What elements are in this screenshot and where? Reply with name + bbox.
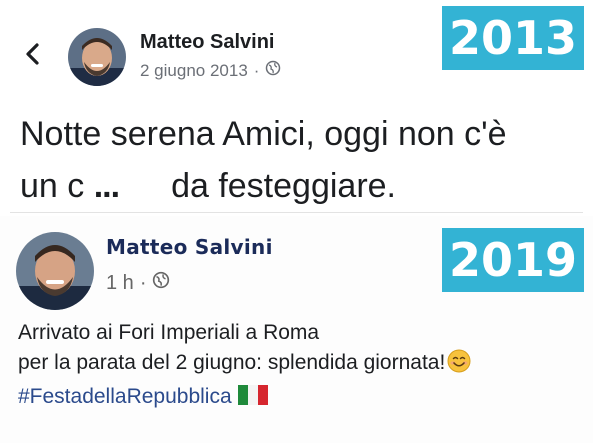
author-name[interactable]: Matteo Salvini <box>106 235 273 259</box>
post-text: Arrivato ai Fori Imperiali a Roma per la… <box>18 318 471 414</box>
italian-flag-icon <box>237 384 268 414</box>
post-text-line: #FestadellaRepubblica <box>18 382 471 414</box>
text-fragment: per la parata del 2 giugno: splendida gi… <box>18 351 446 374</box>
smiling-face-icon <box>447 349 471 382</box>
hashtag-link[interactable]: #FestadellaRepubblica <box>18 385 232 408</box>
post-date[interactable]: 2 giugno 2013 <box>140 61 248 81</box>
post-text-line: per la parata del 2 giugno: splendida gi… <box>18 348 471 382</box>
meta-separator: · <box>139 271 147 294</box>
author-name[interactable]: Matteo Salvini <box>140 31 274 54</box>
text-fragment: un c <box>20 167 85 205</box>
avatar[interactable] <box>16 232 94 310</box>
year-badge: 2019 <box>442 228 584 292</box>
meta-separator: · <box>253 60 260 80</box>
post-text-line: Arrivato ai Fori Imperiali a Roma <box>18 321 320 344</box>
globe-icon <box>152 271 170 295</box>
globe-icon <box>265 60 281 81</box>
ellipsis: ... <box>93 167 120 205</box>
post-text-line: Notte serena Amici, oggi non c'è <box>20 115 507 153</box>
chevron-left-icon <box>26 43 39 65</box>
back-button[interactable] <box>18 38 48 70</box>
post-2019: Matteo Salvini 1 h · 2019 Arrivato ai Fo… <box>0 216 593 443</box>
post-text: Notte serena Amici, oggi non c'è un c ..… <box>20 108 507 212</box>
text-fragment: da festeggiare. <box>171 167 396 205</box>
post-meta: 2 giugno 2013 · <box>140 60 281 81</box>
post-meta: 1 h · <box>106 271 170 295</box>
avatar[interactable] <box>68 28 126 86</box>
year-badge: 2013 <box>442 6 584 70</box>
post-2013: Matteo Salvini 2 giugno 2013 · 2013 Nott… <box>0 0 593 214</box>
post-text-line: un c ... da festeggiare. <box>20 160 507 212</box>
post-time[interactable]: 1 h <box>106 272 134 295</box>
divider <box>10 212 583 213</box>
